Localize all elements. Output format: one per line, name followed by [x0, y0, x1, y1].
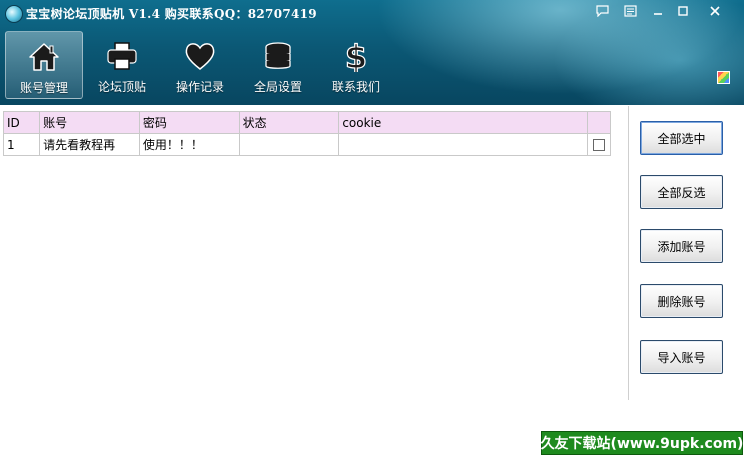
- select-all-button[interactable]: 全部选中: [640, 121, 723, 155]
- cell-account: 请先看教程再: [39, 133, 140, 156]
- column-header-id[interactable]: ID: [2, 111, 41, 134]
- toolbar-item-label: 全局设置: [253, 80, 302, 94]
- toolbar-item-label: 操作记录: [175, 80, 224, 94]
- header: 宝宝树论坛顶贴机 V1.4 购买联系QQ：82707419 账号管理 论坛顶贴 …: [0, 0, 744, 105]
- table-row[interactable]: 1 请先看教程再 使用！！！: [2, 133, 612, 156]
- column-header-account[interactable]: 账号: [39, 111, 140, 134]
- maximize-icon[interactable]: [673, 3, 693, 18]
- column-header-password[interactable]: 密码: [138, 111, 240, 134]
- home-icon: [26, 40, 62, 74]
- row-checkbox[interactable]: [592, 139, 605, 151]
- column-header-status[interactable]: 状态: [238, 111, 340, 134]
- toolbar-item-forum-bump[interactable]: 论坛顶贴: [83, 31, 161, 99]
- chat-icon[interactable]: [592, 3, 612, 18]
- settings-icon[interactable]: [620, 3, 640, 18]
- toolbar-item-history[interactable]: 操作记录: [161, 31, 239, 99]
- title-bar[interactable]: 宝宝树论坛顶贴机 V1.4 购买联系QQ：82707419: [0, 0, 744, 28]
- cell-id: 1: [2, 133, 41, 156]
- cell-cookie: [338, 133, 588, 156]
- cell-password: 使用！！！: [138, 133, 240, 156]
- column-header-cookie[interactable]: cookie: [338, 111, 588, 134]
- column-header-select[interactable]: [586, 111, 612, 134]
- database-icon: [260, 39, 296, 73]
- dollar-icon: $: [338, 39, 374, 73]
- app-logo-icon: [5, 5, 23, 23]
- cell-select: [586, 133, 612, 156]
- table-header-row: ID 账号 密码 状态 cookie: [2, 111, 612, 134]
- toolbar-item-account-manage[interactable]: 账号管理: [5, 31, 83, 99]
- minimize-icon[interactable]: [648, 3, 668, 18]
- main-toolbar: 账号管理 论坛顶贴 操作记录 全局设置 $ 联系我们: [5, 31, 395, 101]
- app-window: 宝宝树论坛顶贴机 V1.4 购买联系QQ：82707419 账号管理 论坛顶贴 …: [0, 0, 744, 457]
- site-watermark: 久友下载站(www.9upk.com): [541, 431, 743, 455]
- close-icon[interactable]: [705, 3, 725, 18]
- add-account-button[interactable]: 添加账号: [640, 229, 723, 263]
- window-title: 宝宝树论坛顶贴机 V1.4 购买联系QQ：82707419: [26, 7, 317, 21]
- color-palette-icon[interactable]: [717, 71, 730, 84]
- panel-divider: [628, 106, 629, 400]
- heart-icon: [182, 39, 218, 73]
- toolbar-item-global-settings[interactable]: 全局设置: [239, 31, 317, 99]
- toolbar-item-label: 论坛顶贴: [97, 80, 146, 94]
- delete-account-button[interactable]: 删除账号: [640, 284, 723, 318]
- svg-text:$: $: [345, 40, 367, 72]
- toolbar-item-label: 联系我们: [331, 80, 380, 94]
- printer-icon: [104, 39, 140, 73]
- cell-status: [238, 133, 340, 156]
- toolbar-item-label: 账号管理: [19, 81, 68, 95]
- import-account-button[interactable]: 导入账号: [640, 340, 723, 374]
- account-table: ID 账号 密码 状态 cookie 1 请先看教程再 使用！！！: [2, 111, 612, 156]
- toolbar-item-contact-us[interactable]: $ 联系我们: [317, 31, 395, 99]
- invert-select-button[interactable]: 全部反选: [640, 175, 723, 209]
